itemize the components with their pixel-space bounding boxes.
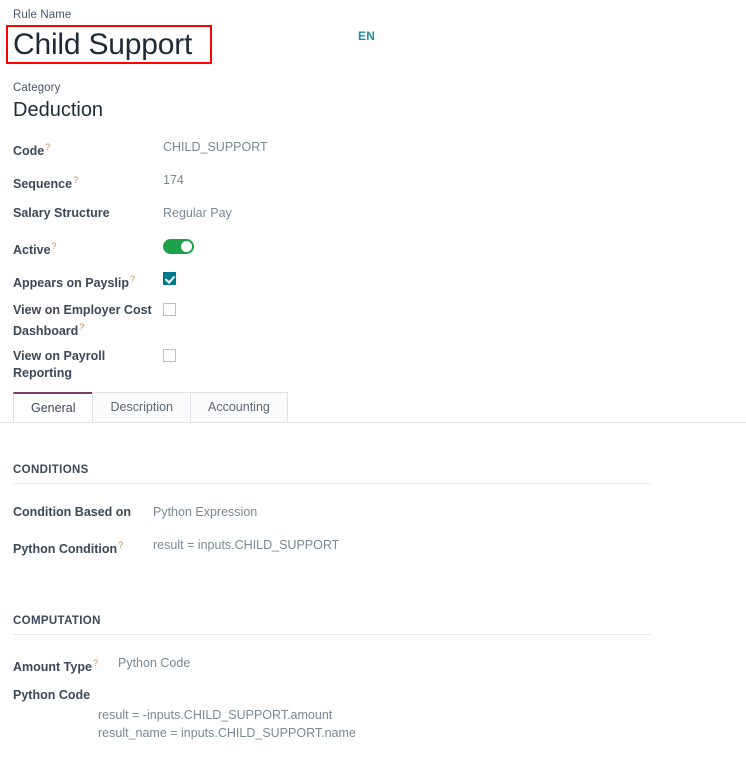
field-label-python-code: Python Code [13, 688, 91, 702]
help-icon[interactable]: ? [52, 241, 57, 251]
field-label-view-on-payroll-reporting: View on Payroll Reporting [13, 348, 153, 382]
help-icon[interactable]: ? [93, 658, 98, 668]
field-label-text: Salary Structure [13, 206, 110, 220]
field-label-text: Amount Type [13, 660, 92, 675]
tab-bar-divider [0, 422, 746, 423]
conditions-section-divider [13, 483, 650, 484]
field-label-text: View on Employer Cost Dashboard [13, 303, 152, 339]
field-value-sequence[interactable]: 174 [163, 172, 184, 189]
help-icon[interactable]: ? [130, 274, 135, 284]
field-value-condition-based-on[interactable]: Python Expression [153, 504, 257, 521]
python-code-value[interactable]: result = -inputs.CHILD_SUPPORT.amount re… [98, 706, 356, 742]
language-badge[interactable]: EN [358, 29, 375, 43]
field-label-text: Sequence [13, 177, 73, 192]
field-label-text: Code [13, 144, 45, 159]
tab-bar: General Description Accounting [13, 392, 288, 423]
tab-accounting[interactable]: Accounting [190, 392, 288, 423]
field-label-view-on-employer-cost-dashboard: View on Employer Cost Dashboard? [13, 302, 153, 340]
field-label-python-condition: Python Condition? [13, 537, 143, 558]
field-label-code: Code? [13, 139, 153, 160]
view-on-employer-cost-dashboard-checkbox[interactable] [163, 303, 176, 316]
conditions-section-title: CONDITIONS [13, 464, 89, 476]
field-label-condition-based-on: Condition Based on [13, 505, 132, 519]
field-value-salary-structure[interactable]: Regular Pay [163, 205, 232, 222]
field-label-text: View on Payroll Reporting [13, 349, 106, 380]
help-icon[interactable]: ? [45, 142, 50, 152]
category-label: Category [13, 82, 61, 94]
field-label-salary-structure: Salary Structure [13, 205, 153, 222]
tab-general[interactable]: General [13, 392, 94, 423]
computation-section-title: COMPUTATION [13, 615, 101, 627]
field-label-amount-type: Amount Type? [13, 655, 113, 676]
rule-name-label: Rule Name [13, 9, 72, 21]
field-label-text: Python Condition [13, 542, 118, 557]
field-label-sequence: Sequence? [13, 172, 153, 193]
field-value-code[interactable]: CHILD_SUPPORT [163, 139, 268, 156]
category-value[interactable]: Deduction [13, 97, 103, 123]
page-title[interactable]: Child Support [13, 26, 192, 64]
field-label-text: Appears on Payslip [13, 276, 130, 291]
help-icon[interactable]: ? [118, 540, 123, 550]
tab-description[interactable]: Description [92, 392, 192, 423]
field-value-python-condition[interactable]: result = inputs.CHILD_SUPPORT [153, 537, 339, 554]
help-icon[interactable]: ? [73, 175, 78, 185]
field-label-text: Active [13, 243, 51, 258]
view-on-payroll-reporting-checkbox[interactable] [163, 349, 176, 362]
appears-on-payslip-checkbox[interactable] [163, 272, 176, 285]
help-icon[interactable]: ? [79, 322, 84, 332]
toggle-knob [181, 241, 192, 252]
active-toggle[interactable] [163, 239, 194, 254]
computation-section-divider [13, 634, 650, 635]
field-value-amount-type[interactable]: Python Code [118, 655, 190, 672]
field-label-appears-on-payslip: Appears on Payslip? [13, 271, 153, 292]
field-label-active: Active? [13, 238, 153, 259]
salary-rule-form: Rule Name Child Support EN Category Dedu… [0, 0, 746, 766]
